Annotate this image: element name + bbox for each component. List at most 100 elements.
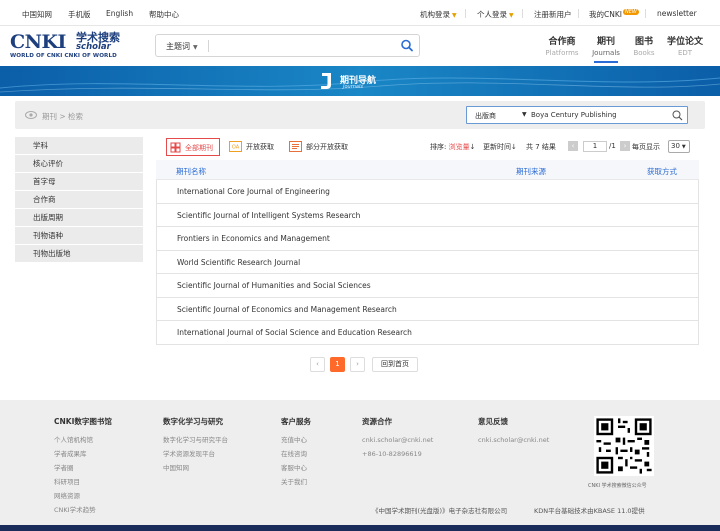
help-link[interactable]: 帮助中心 [149,9,179,20]
pager-prev-button[interactable]: ‹ [310,357,325,372]
footer-link[interactable]: 网络资源 [54,489,112,503]
search-field-label: 主题词 [166,42,190,51]
journal-title-link[interactable]: World Scientific Research Journal [177,258,300,267]
result-toolbar: 全部期刊 OA 开放获取 部分开放获取 排序: 浏览量↓ 更新时间↓ 共 7 结… [166,137,696,157]
back-to-home-button[interactable]: 回到首页 [372,357,418,372]
chevron-down-icon: ▼ [193,44,198,51]
breadcrumb-text[interactable]: 期刊 > 检索 [42,111,83,122]
footer-link[interactable]: 关于我们 [281,475,311,489]
logo-tagline: WORLD OF CNKI CNKI OF WORLD [10,53,117,59]
newsletter-link[interactable]: newsletter [657,9,697,18]
sort-hot-label: 浏览量 [448,143,470,151]
journal-title-link[interactable]: International Core Journal of Engineerin… [177,187,330,196]
prev-page-button[interactable]: ‹ [568,141,578,151]
sidebar-item-partner[interactable]: 合作商 [15,191,143,209]
table-header: 期刊名称 期刊来源 获取方式 [156,160,699,180]
page-total: /1 [609,142,616,150]
open-access-button[interactable]: OA 开放获取 [226,138,274,156]
tab-edt[interactable]: 学位论文 EDT [661,34,709,57]
footer-heading: 数字化学习与研究 [163,417,223,426]
search-input[interactable] [214,38,394,53]
sidebar-item-initial-letter[interactable]: 首字母 [15,173,143,191]
footer-email[interactable]: cnki.scholar@cnki.net [362,433,433,447]
footer-link[interactable]: 充值中心 [281,433,311,447]
english-link[interactable]: English [106,9,133,18]
partial-open-access-button[interactable]: 部分开放获取 [286,138,348,156]
footer-heading: 资源合作 [362,417,392,426]
chevron-down-icon: ▼ [522,111,527,118]
copyright-text: 《中国学术期刊(光盘版)》电子杂志社有限公司 [372,507,508,515]
next-page-button[interactable]: › [620,141,630,151]
search-bar: 主题词 ▼ [155,34,420,57]
partial-access-icon [289,141,302,152]
journal-title-link[interactable]: Scientific Journal of Humanities and Soc… [177,281,371,290]
footer-link[interactable]: 中国知网 [163,461,228,475]
sidebar-item-language[interactable]: 刊物语种 [15,227,143,245]
sort-label: 排序: [430,143,447,151]
open-access-icon: OA [229,141,242,152]
footer-email[interactable]: cnki.scholar@cnki.net [478,433,549,447]
footer-link[interactable]: 数字化学习与研究平台 [163,433,228,447]
personal-login-menu[interactable]: 个人登录 ▼ [477,9,514,20]
pager-current-page[interactable]: 1 [330,357,345,372]
footer-heading: 意见反馈 [478,417,508,426]
search-icon [401,39,413,52]
new-badge: NEW [622,9,639,15]
open-access-label: 开放获取 [246,143,274,151]
banner-subtitle: Journals [343,84,363,90]
logo-scholar: scholar [76,42,111,52]
footer-col-digital-learning: 数字化学习与研究 数字化学习与研究平台 学术资源发现平台 中国知网 [163,416,228,475]
my-cnki-link[interactable]: 我的CNKI NEW [589,9,639,20]
divider [208,40,209,52]
journal-title-link[interactable]: Scientific Journal of Intelligent System… [177,211,360,220]
cnki-scholar-logo[interactable]: CNKI 学术搜索 scholar WORLD OF CNKI CNKI OF … [10,32,126,60]
footer-col-digital-library: CNKI数字图书馆 个人馆机构馆 学者成果库 学者圈 科研项目 网络资源 CNK… [54,416,112,517]
search-button[interactable] [397,37,417,54]
footer-link[interactable]: 学者圈 [54,461,112,475]
sort-by-update[interactable]: 更新时间↓ [483,142,517,152]
journal-title-link[interactable]: International Journal of Social Science … [177,328,412,337]
institution-login-menu[interactable]: 机构登录 ▼ [420,9,457,20]
sort-by-views[interactable]: 排序: 浏览量↓ [430,142,475,152]
tab-label: 合作商 [548,37,576,47]
search-field-select[interactable]: 主题词 ▼ [166,41,198,52]
mobile-link[interactable]: 手机版 [68,9,91,20]
footer-link[interactable]: 客服中心 [281,461,311,475]
footer-link[interactable]: 在线咨询 [281,447,311,461]
footer-link[interactable]: 学术资源发现平台 [163,447,228,461]
sidebar-item-subject[interactable]: 学科 [15,137,143,155]
footer-heading: CNKI数字图书馆 [54,417,112,426]
publisher-filter[interactable]: 出版商 ▼ Boya Century Publishing [466,106,688,124]
column-journal-name: 期刊名称 [176,167,206,176]
sidebar-item-core-evaluation[interactable]: 核心评价 [15,155,143,173]
table-row: Frontiers in Economics and Management [156,227,699,251]
footer-col-resource-cooperation: 资源合作 cnki.scholar@cnki.net +86-10-828966… [362,416,433,461]
cnki-cn-link[interactable]: 中国知网 [22,9,52,20]
footer-link[interactable]: 个人馆机构馆 [54,433,112,447]
bottom-strip [0,525,720,531]
footer-link[interactable]: CNKI学术趋势 [54,503,112,517]
site-header: CNKI 学术搜索 scholar WORLD OF CNKI CNKI OF … [0,26,720,66]
personal-login-label: 个人登录 [477,10,507,19]
page-number-input[interactable]: 1 [583,141,607,152]
journal-title-link[interactable]: Frontiers in Economics and Management [177,234,330,243]
result-count: 共 7 结果 [526,143,556,151]
institution-login-label: 机构登录 [420,10,450,19]
search-icon[interactable] [672,110,683,121]
arrow-down-icon: ↓ [469,143,476,151]
journal-title-link[interactable]: Scientific Journal of Economics and Mana… [177,305,397,314]
footer-link[interactable]: 学者成果库 [54,447,112,461]
sidebar-item-publication-cycle[interactable]: 出版周期 [15,209,143,227]
footer-link[interactable]: 科研项目 [54,475,112,489]
all-journals-button[interactable]: 全部期刊 [166,138,220,156]
register-link[interactable]: 注册新用户 [534,9,572,20]
table-row: International Journal of Social Science … [156,321,699,345]
table-row: World Scientific Research Journal [156,250,699,274]
per-page-select[interactable]: 30 ▼ [668,140,690,153]
pager-next-button[interactable]: › [350,357,365,372]
facet-sidebar: 学科 核心评价 首字母 合作商 出版周期 刊物语种 刊物出版地 [15,137,143,263]
footer-col-customer-service: 客户服务 充值中心 在线咨询 客服中心 关于我们 [281,416,311,489]
tab-platforms[interactable]: 合作商 Platforms [538,34,586,57]
sidebar-item-publication-place[interactable]: 刊物出版地 [15,245,143,263]
journals-banner: 期刊导航 Journals [0,66,720,96]
